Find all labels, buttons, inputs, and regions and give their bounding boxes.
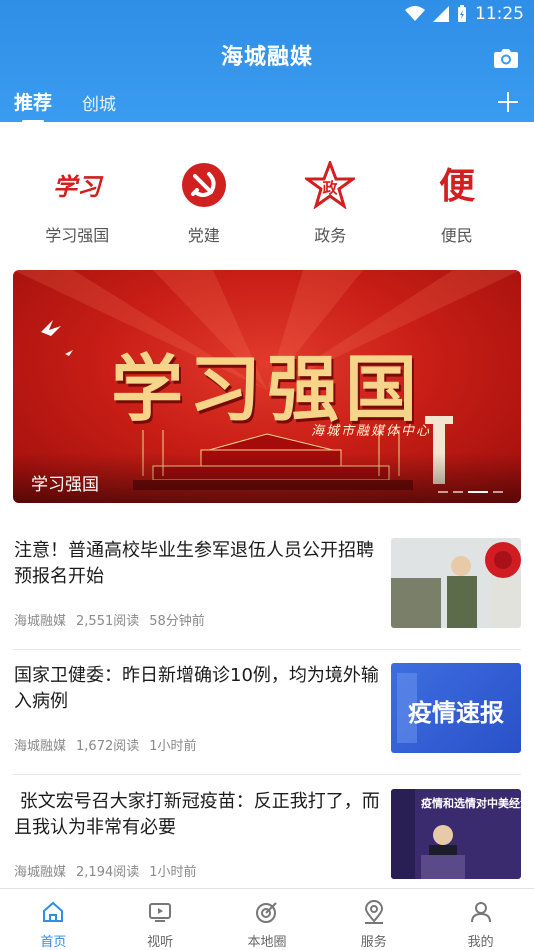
news-meta: 海城融媒 2,194阅读 1小时前	[14, 861, 197, 880]
news-item[interactable]: 注意！普通高校毕业生参军退伍人员公开招聘预报名开始 海城融媒 2,551阅读 5…	[13, 538, 521, 650]
camera-icon[interactable]	[492, 44, 520, 72]
channel-tabs: 推荐 创城	[14, 88, 116, 123]
banner-carousel[interactable]: 学习强国 海城市融媒体中心 学习强国	[13, 270, 521, 503]
news-source: 海城融媒	[14, 614, 67, 629]
xuexi-logo-icon: 学习	[47, 160, 107, 210]
news-time: 1小时前	[149, 739, 197, 754]
carousel-dot	[493, 491, 503, 493]
category-government[interactable]: 政 政务	[275, 160, 385, 246]
home-icon	[43, 901, 64, 922]
news-title: 注意！普通高校毕业生参军退伍人员公开招聘预报名开始	[14, 540, 374, 587]
category-label: 政务	[314, 226, 347, 245]
news-title: 张文宏号召大家打新冠疫苗：反正我打了，而且我认为非常有必要	[14, 791, 380, 838]
carousel-dot	[453, 491, 463, 493]
tab-recommend[interactable]: 推荐	[14, 88, 52, 123]
party-emblem-icon	[174, 160, 234, 210]
carousel-dot	[438, 491, 448, 493]
app-title: 海城融媒	[220, 45, 313, 70]
star-zheng-icon: 政	[300, 160, 360, 210]
status-time: 11:25	[475, 4, 524, 24]
nav-label: 视听	[147, 935, 174, 950]
news-reads: 2,551阅读	[76, 614, 140, 629]
news-meta: 海城融媒 1,672阅读 1小时前	[14, 735, 197, 754]
status-icons: 11:25	[405, 4, 524, 24]
news-time: 1小时前	[149, 865, 197, 880]
banner-artwork-title: 学习强国	[110, 346, 423, 431]
nav-media[interactable]: 视听	[110, 889, 210, 950]
nav-profile[interactable]: 我的	[431, 889, 531, 950]
carousel-indicator	[438, 491, 503, 493]
category-convenience[interactable]: 便 便民	[402, 160, 512, 246]
status-bar: 11:25	[0, 0, 534, 28]
category-grid: 学习 学习强国 党建 政 政务 便 便民	[0, 160, 534, 246]
news-item[interactable]: 张文宏号召大家打新冠疫苗：反正我打了，而且我认为非常有必要 海城融媒 2,194…	[13, 789, 521, 901]
bottom-navigation: 首页 视听 本地圈 服务 我的	[0, 888, 534, 950]
news-thumbnail	[391, 538, 521, 628]
news-reads: 1,672阅读	[76, 739, 140, 754]
nav-label: 我的	[467, 935, 494, 950]
nav-label: 服务	[360, 935, 387, 950]
banner-artwork-subtitle: 海城市融媒体中心	[310, 424, 431, 439]
nav-label: 本地圈	[247, 935, 287, 950]
user-icon	[470, 902, 491, 923]
target-icon	[255, 902, 277, 923]
category-xuexi[interactable]: 学习 学习强国	[22, 160, 132, 246]
news-item[interactable]: 国家卫健委：昨日新增确诊10例，均为境外输入病例 海城融媒 1,672阅读 1小…	[13, 663, 521, 775]
title-bar: 海城融媒	[0, 38, 534, 78]
nav-local[interactable]: 本地圈	[217, 889, 317, 950]
tv-icon	[149, 903, 172, 922]
nav-home[interactable]: 首页	[3, 889, 103, 950]
news-meta: 海城融媒 2,551阅读 58分钟前	[14, 610, 205, 629]
category-label: 便民	[440, 226, 473, 245]
signal-icon	[433, 6, 449, 22]
wifi-icon	[405, 6, 425, 21]
svg-text:学习: 学习	[53, 172, 104, 201]
battery-icon	[458, 5, 466, 22]
news-title: 国家卫健委：昨日新增确诊10例，均为境外输入病例	[14, 665, 379, 712]
bian-icon: 便	[427, 160, 487, 210]
svg-text:便: 便	[439, 165, 476, 207]
category-label: 党建	[187, 226, 220, 245]
news-reads: 2,194阅读	[76, 865, 140, 880]
news-thumbnail: 疫情和选情对中美经济	[391, 789, 521, 879]
category-party[interactable]: 党建	[149, 160, 259, 246]
banner-caption: 学习强国	[31, 475, 99, 495]
tab-chuangcheng[interactable]: 创城	[82, 90, 116, 123]
svg-text:政: 政	[323, 179, 339, 197]
news-source: 海城融媒	[14, 865, 67, 880]
news-time: 58分钟前	[149, 614, 205, 629]
location-icon	[364, 900, 383, 924]
category-label: 学习强国	[45, 226, 110, 245]
nav-label: 首页	[40, 935, 67, 950]
add-channel-icon[interactable]	[496, 90, 520, 114]
nav-service[interactable]: 服务	[324, 889, 424, 950]
app-header: 11:25 海城融媒 推荐 创城	[0, 0, 534, 123]
carousel-dot-active	[468, 491, 488, 493]
news-thumbnail: 疫情速报	[391, 663, 521, 753]
news-thumb-text: 疫情速报	[408, 699, 504, 727]
news-source: 海城融媒	[14, 739, 67, 754]
